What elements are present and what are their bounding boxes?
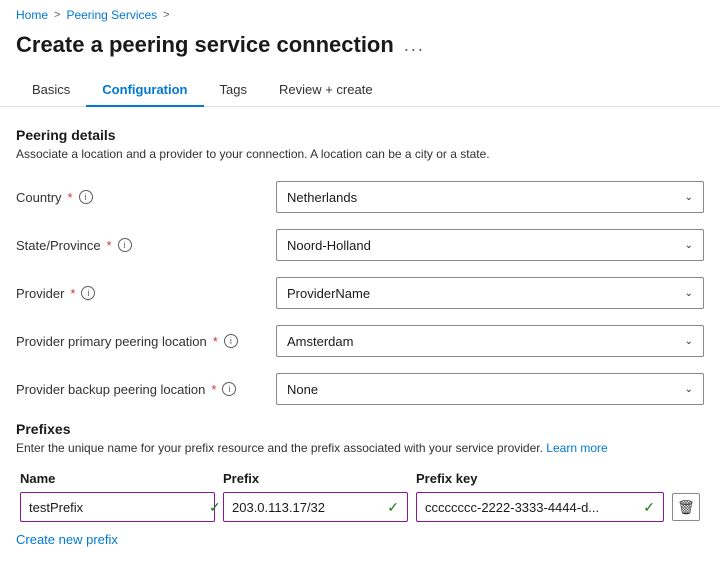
tab-configuration[interactable]: Configuration <box>86 74 203 107</box>
delete-prefix-button[interactable]: 🗑 <box>672 493 700 521</box>
learn-more-link[interactable]: Learn more <box>546 441 607 455</box>
state-dropdown[interactable]: Noord-Holland ⌄ <box>276 229 704 261</box>
breadcrumb-home[interactable]: Home <box>16 8 48 22</box>
state-required: * <box>107 238 112 253</box>
provider-info-icon[interactable]: i <box>81 286 95 300</box>
primary-location-label: Provider primary peering location * i <box>16 334 276 349</box>
country-value: Netherlands <box>287 190 357 205</box>
col-header-name: Name <box>20 471 215 486</box>
backup-location-value: None <box>287 382 318 397</box>
prefixes-section: Prefixes Enter the unique name for your … <box>16 421 704 547</box>
breadcrumb: Home > Peering Services > <box>0 0 720 26</box>
provider-required: * <box>70 286 75 301</box>
provider-value: ProviderName <box>287 286 370 301</box>
page-header: Create a peering service connection ... <box>0 26 720 74</box>
breadcrumb-sep1: > <box>54 9 60 21</box>
prefix-check-icon: ✓ <box>387 499 399 516</box>
col-header-prefix: Prefix <box>223 471 408 486</box>
name-check-icon: ✓ <box>209 499 221 516</box>
primary-location-row: Provider primary peering location * i Am… <box>16 325 704 357</box>
state-row: State/Province * i Noord-Holland ⌄ <box>16 229 704 261</box>
tab-basics[interactable]: Basics <box>16 74 86 107</box>
state-label: State/Province * i <box>16 238 276 253</box>
primary-location-dropdown[interactable]: Amsterdam ⌄ <box>276 325 704 357</box>
col-header-prefixkey: Prefix key <box>416 471 700 486</box>
state-value: Noord-Holland <box>287 238 371 253</box>
backup-location-chevron-icon: ⌄ <box>685 384 693 395</box>
backup-location-required: * <box>211 382 216 397</box>
tab-tags[interactable]: Tags <box>204 74 263 107</box>
primary-location-info-icon[interactable]: i <box>224 334 238 348</box>
primary-location-value: Amsterdam <box>287 334 353 349</box>
provider-row: Provider * i ProviderName ⌄ <box>16 277 704 309</box>
prefix-value-dropdown[interactable]: 203.0.113.17/32 ✓ <box>223 492 408 522</box>
country-info-icon[interactable]: i <box>79 190 93 204</box>
prefixes-desc: Enter the unique name for your prefix re… <box>16 441 704 455</box>
table-row: ✓ 203.0.113.17/32 ✓ cccccccc-2222-3333-4… <box>16 492 704 522</box>
prefix-key-value: cccccccc-2222-3333-4444-d... <box>425 500 599 515</box>
backup-location-label: Provider backup peering location * i <box>16 382 276 397</box>
country-label: Country * i <box>16 190 276 205</box>
primary-location-required: * <box>213 334 218 349</box>
country-dropdown[interactable]: Netherlands ⌄ <box>276 181 704 213</box>
prefix-name-input[interactable] <box>29 500 205 515</box>
prefix-name-input-wrapper[interactable]: ✓ <box>20 492 215 522</box>
delete-icon: 🗑 <box>677 499 695 516</box>
prefixes-table-header: Name Prefix Prefix key <box>16 471 704 486</box>
create-new-prefix-link[interactable]: Create new prefix <box>16 532 118 547</box>
prefixes-title: Prefixes <box>16 421 704 437</box>
breadcrumb-sep2: > <box>163 9 169 21</box>
more-options-icon[interactable]: ... <box>404 35 425 56</box>
backup-location-dropdown[interactable]: None ⌄ <box>276 373 704 405</box>
content-area: Peering details Associate a location and… <box>0 107 720 567</box>
country-required: * <box>68 190 73 205</box>
backup-location-row: Provider backup peering location * i Non… <box>16 373 704 405</box>
page-title: Create a peering service connection <box>16 32 394 58</box>
state-chevron-icon: ⌄ <box>685 240 693 251</box>
provider-dropdown[interactable]: ProviderName ⌄ <box>276 277 704 309</box>
tab-review[interactable]: Review + create <box>263 74 389 107</box>
state-info-icon[interactable]: i <box>118 238 132 252</box>
peering-details-desc: Associate a location and a provider to y… <box>16 147 704 161</box>
provider-chevron-icon: ⌄ <box>685 288 693 299</box>
peering-details-title: Peering details <box>16 127 704 143</box>
tabs: Basics Configuration Tags Review + creat… <box>0 74 720 107</box>
country-chevron-icon: ⌄ <box>685 192 693 203</box>
prefix-key-dropdown[interactable]: cccccccc-2222-3333-4444-d... ✓ <box>416 492 664 522</box>
breadcrumb-service[interactable]: Peering Services <box>66 8 157 22</box>
provider-label: Provider * i <box>16 286 276 301</box>
backup-location-info-icon[interactable]: i <box>222 382 236 396</box>
prefix-value: 203.0.113.17/32 <box>232 500 325 515</box>
primary-location-chevron-icon: ⌄ <box>685 336 693 347</box>
prefix-key-check-icon: ✓ <box>643 499 655 516</box>
country-row: Country * i Netherlands ⌄ <box>16 181 704 213</box>
